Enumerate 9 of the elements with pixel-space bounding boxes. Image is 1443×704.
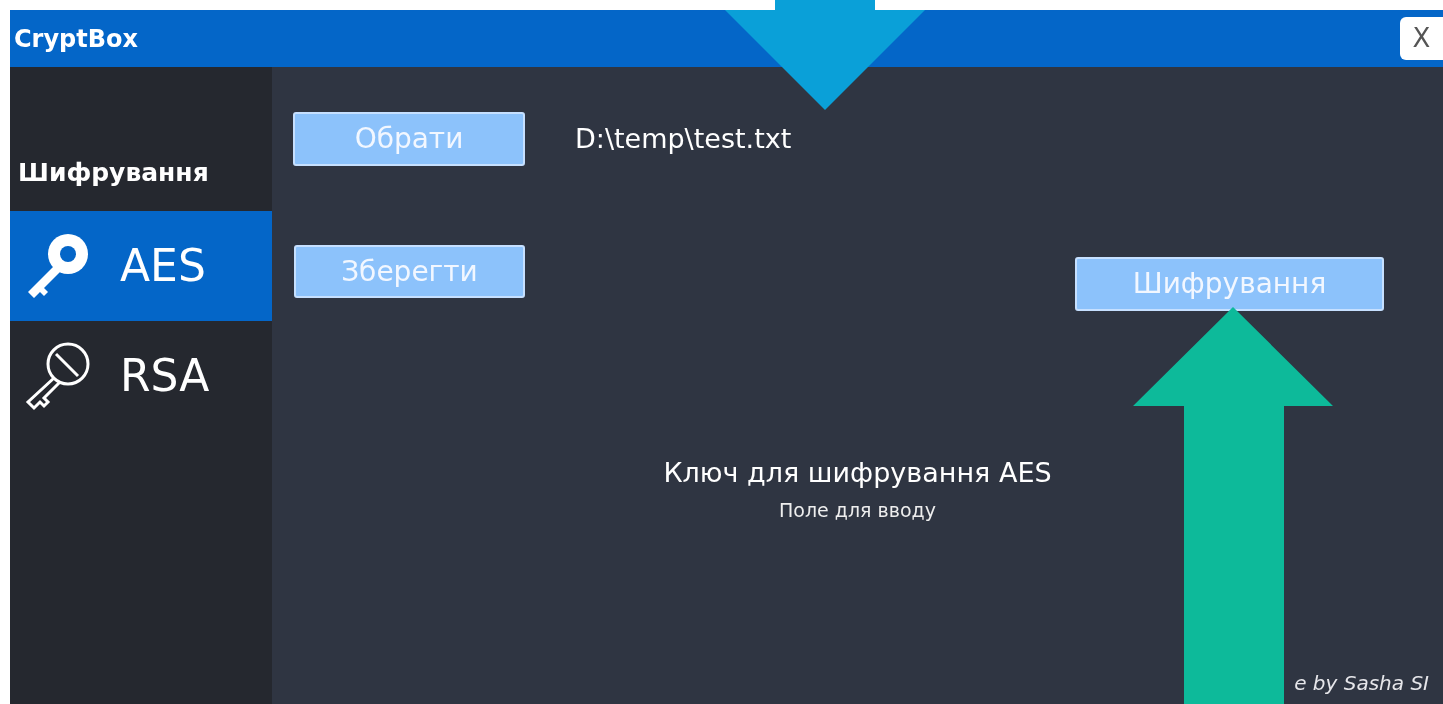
sidebar-item[interactable]: RSA (10, 321, 272, 431)
file-path: D:\temp\test.txt (575, 121, 792, 156)
close-button[interactable]: X (1400, 17, 1443, 60)
sidebar-heading: Шифрування (18, 156, 209, 189)
sidebar-item[interactable]: AES (10, 211, 272, 321)
key-label: Ключ для шифрування AES (663, 456, 1052, 490)
footer-credit: e by Sasha SI (1294, 670, 1429, 697)
key-input-field[interactable]: Поле для вводу (677, 495, 1038, 524)
window-title: CryptBox (14, 23, 138, 55)
